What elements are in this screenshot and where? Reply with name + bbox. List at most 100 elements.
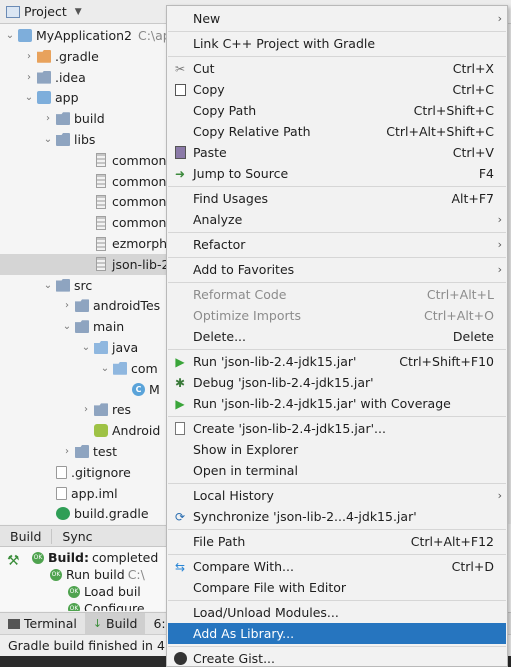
menu-item-synchronize-json-lib-2-4-jdk15-jar[interactable]: ⟳ Synchronize 'json-lib-2...4-jdk15.jar' bbox=[168, 506, 506, 527]
tree-item[interactable]: › .gradle bbox=[0, 46, 170, 67]
folder-icon bbox=[37, 70, 51, 84]
menu-item-label: Debug 'json-lib-2.4-jdk15.jar' bbox=[193, 375, 374, 390]
menu-item-copy-path[interactable]: Copy Path Ctrl+Shift+C bbox=[168, 100, 506, 121]
chevron-down-icon[interactable]: ⌄ bbox=[99, 363, 111, 374]
menu-item-debug-json-lib-2-4-jdk15-jar[interactable]: ✱ Debug 'json-lib-2.4-jdk15.jar' bbox=[168, 372, 506, 393]
menu-item-link-c-project-with-gradle[interactable]: Link C++ Project with Gradle bbox=[168, 33, 506, 54]
chevron-right-icon[interactable]: › bbox=[23, 51, 35, 62]
menu-item-copy-relative-path[interactable]: Copy Relative Path Ctrl+Alt+Shift+C bbox=[168, 121, 506, 142]
chevron-down-icon[interactable]: ⌄ bbox=[42, 134, 54, 145]
tree-item[interactable]: ⌄ java bbox=[0, 337, 170, 358]
tree-item[interactable]: .gitignore bbox=[0, 462, 170, 483]
build-icon: ↓ bbox=[92, 617, 103, 630]
menu-item-shortcut: Ctrl+Alt+O bbox=[424, 308, 494, 323]
project-view-selector[interactable]: Project ▼ bbox=[6, 4, 82, 19]
copy-icon-shape bbox=[174, 83, 186, 96]
menu-item-file-path[interactable]: File Path Ctrl+Alt+F12 bbox=[168, 531, 506, 552]
tree-item-label: build bbox=[74, 111, 105, 127]
tree-item[interactable]: ⌄ main bbox=[0, 316, 170, 337]
menu-item-cut[interactable]: ✂ Cut Ctrl+X bbox=[168, 58, 506, 79]
hammer-icon[interactable]: ⚒ bbox=[7, 553, 20, 569]
build-row[interactable]: OK Load buil bbox=[68, 583, 141, 600]
menu-item-open-in-terminal[interactable]: Open in terminal bbox=[168, 460, 506, 481]
chevron-down-icon[interactable]: ⌄ bbox=[4, 30, 16, 41]
chevron-down-icon[interactable]: ⌄ bbox=[80, 342, 92, 353]
tree-item[interactable]: app.iml bbox=[0, 483, 170, 504]
menu-item-analyze[interactable]: Analyze › bbox=[168, 209, 506, 230]
tree-item[interactable]: commons-l bbox=[0, 212, 170, 233]
coverage-icon-shape: ▶ bbox=[175, 396, 185, 411]
tree-item[interactable]: › androidTes bbox=[0, 295, 170, 316]
tree-item[interactable]: › build bbox=[0, 108, 170, 129]
chevron-right-icon[interactable]: › bbox=[61, 300, 73, 311]
tree-item[interactable]: ⌄ src bbox=[0, 275, 170, 296]
tree-item[interactable]: ⌄ app bbox=[0, 87, 170, 108]
github-icon bbox=[173, 652, 187, 666]
tree-item[interactable]: ezmorph-1. bbox=[0, 233, 170, 254]
menu-item-label: Paste bbox=[193, 145, 227, 160]
menu-item-compare-file-with-editor[interactable]: Compare File with Editor bbox=[168, 577, 506, 598]
tab-sync[interactable]: Sync bbox=[52, 529, 102, 544]
file-icon bbox=[56, 465, 67, 479]
menu-item-create-json-lib-2-4-jdk15-jar[interactable]: Create 'json-lib-2.4-jdk15.jar'... bbox=[168, 418, 506, 439]
tree-item-label: M bbox=[149, 381, 160, 397]
tree-item[interactable]: commons-l bbox=[0, 191, 170, 212]
tree-item[interactable]: ⌄ libs bbox=[0, 129, 170, 150]
cut-icon-shape: ✂ bbox=[174, 61, 186, 76]
build-row[interactable]: OK Run build C:\ bbox=[50, 566, 145, 583]
chevron-right-icon[interactable]: › bbox=[23, 72, 35, 83]
create-icon-shape bbox=[175, 422, 185, 435]
menu-item-create-gist[interactable]: Create Gist... bbox=[168, 648, 506, 667]
menu-item-find-usages[interactable]: Find Usages Alt+F7 bbox=[168, 188, 506, 209]
tree-item[interactable]: › test bbox=[0, 441, 170, 462]
menu-item-run-json-lib-2-4-jdk15-jar[interactable]: ▶ Run 'json-lib-2.4-jdk15.jar' Ctrl+Shift+… bbox=[168, 351, 506, 372]
menu-item-refactor[interactable]: Refactor › bbox=[168, 234, 506, 255]
terminal-icon bbox=[8, 618, 20, 629]
menu-item-optimize-imports[interactable]: Optimize Imports Ctrl+Alt+O bbox=[168, 305, 506, 326]
tree-item[interactable]: build.gradle bbox=[0, 503, 170, 524]
tree-item[interactable]: › .idea bbox=[0, 67, 170, 88]
menu-item-label: Cut bbox=[193, 61, 215, 76]
tree-item[interactable]: Android bbox=[0, 420, 170, 441]
menu-item-label: Optimize Imports bbox=[193, 308, 302, 323]
menu-item-run-json-lib-2-4-jdk15-jar-with-coverage[interactable]: ▶ Run 'json-lib-2.4-jdk15.jar' with Cover… bbox=[168, 393, 506, 414]
menu-item-add-to-favorites[interactable]: Add to Favorites › bbox=[168, 259, 506, 280]
gradle-icon bbox=[56, 507, 70, 521]
build-row[interactable]: OK Build: completed bbox=[32, 549, 158, 566]
menu-item-show-in-explorer[interactable]: Show in Explorer bbox=[168, 439, 506, 460]
tab-build-window[interactable]: ↓ Build bbox=[84, 612, 146, 635]
chevron-right-icon[interactable]: › bbox=[80, 404, 92, 415]
tree-item[interactable]: ⌄MyApplication2C:\app bbox=[0, 25, 170, 46]
build-row[interactable]: OK Configure bbox=[68, 600, 145, 611]
menu-item-paste[interactable]: Paste Ctrl+V bbox=[168, 142, 506, 163]
menu-item-load-unload-modules[interactable]: Load/Unload Modules... bbox=[168, 602, 506, 623]
menu-item-label: Jump to Source bbox=[193, 166, 289, 181]
menu-item-copy[interactable]: Copy Ctrl+C bbox=[168, 79, 506, 100]
tree-item[interactable]: commons-b bbox=[0, 150, 170, 171]
chevron-down-icon[interactable]: ⌄ bbox=[61, 321, 73, 332]
chevron-right-icon[interactable]: › bbox=[61, 446, 73, 457]
menu-item-label: Run 'json-lib-2.4-jdk15.jar' bbox=[193, 354, 357, 369]
tree-item[interactable]: CM bbox=[0, 379, 170, 400]
menu-item-reformat-code[interactable]: Reformat Code Ctrl+Alt+L bbox=[168, 284, 506, 305]
chevron-down-icon[interactable]: ⌄ bbox=[23, 92, 35, 103]
tree-item[interactable]: › res bbox=[0, 399, 170, 420]
chevron-right-icon[interactable]: › bbox=[42, 113, 54, 124]
menu-item-delete[interactable]: Delete... Delete bbox=[168, 326, 506, 347]
chevron-down-icon[interactable]: ⌄ bbox=[42, 280, 54, 291]
menu-item-label: Create 'json-lib-2.4-jdk15.jar'... bbox=[193, 421, 386, 436]
menu-item-shortcut: Delete bbox=[452, 329, 494, 344]
tree-item[interactable]: json-lib-2.4 bbox=[0, 253, 170, 275]
build-row-label: Run build bbox=[66, 567, 125, 582]
tab-build[interactable]: Build bbox=[0, 528, 53, 544]
tree-item[interactable]: commons-c bbox=[0, 171, 170, 192]
menu-item-label: Refactor bbox=[193, 237, 246, 252]
menu-item-compare-with[interactable]: ⇆ Compare With... Ctrl+D bbox=[168, 556, 506, 577]
tree-item[interactable]: ⌄ com bbox=[0, 358, 170, 379]
project-icon bbox=[6, 5, 20, 18]
menu-item-jump-to-source[interactable]: ➜ Jump to Source F4 bbox=[168, 163, 506, 184]
tab-terminal[interactable]: Terminal bbox=[0, 613, 85, 635]
menu-item-local-history[interactable]: Local History › bbox=[168, 485, 506, 506]
menu-item-new[interactable]: New › bbox=[168, 8, 506, 29]
menu-item-add-as-library[interactable]: Add As Library... bbox=[168, 623, 506, 644]
